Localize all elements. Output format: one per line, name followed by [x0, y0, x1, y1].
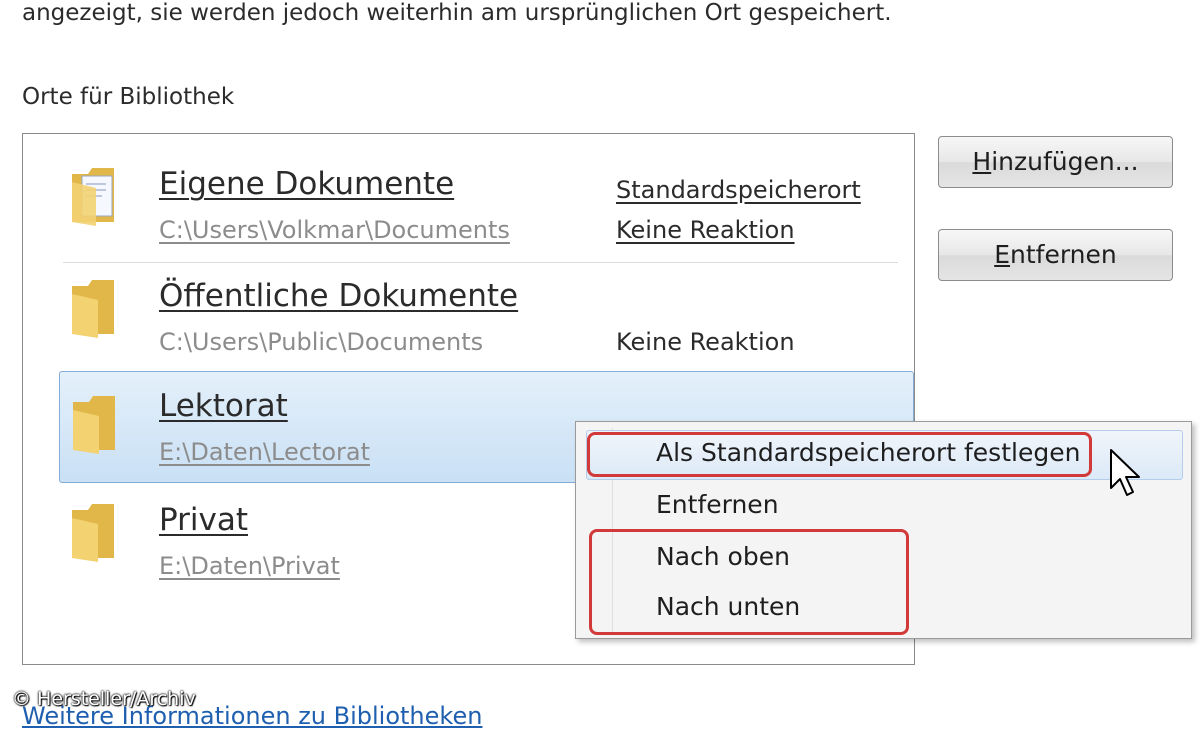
location-name[interactable]: Öffentliche Dokumente [159, 278, 518, 314]
location-path[interactable]: C:\Users\Volkmar\Documents [159, 216, 510, 244]
highlight-set-default [587, 432, 1092, 477]
location-status[interactable]: Keine Reaktion [616, 216, 795, 244]
location-status: Keine Reaktion [616, 328, 795, 356]
list-item[interactable]: Öffentliche Dokumente C:\Users\Public\Do… [23, 246, 913, 358]
location-name[interactable]: Eigene Dokumente [159, 166, 454, 202]
folder-icon [72, 280, 114, 338]
folder-icon [72, 504, 114, 562]
add-button[interactable]: Hinzufügen... [938, 136, 1173, 188]
location-path: C:\Users\Public\Documents [159, 328, 484, 356]
mouse-cursor-icon [1110, 449, 1140, 496]
list-item[interactable]: Eigene Dokumente C:\Users\Volkmar\Docume… [23, 134, 913, 263]
highlight-move-items [589, 529, 909, 635]
section-label: Orte für Bibliothek [22, 84, 235, 110]
location-path[interactable]: E:\Daten\Lectorat [159, 438, 370, 466]
default-location-label[interactable]: Standardspeicherort [616, 176, 861, 204]
copyright-watermark: © Hersteller/Archiv [12, 688, 196, 710]
documents-folder-icon [72, 168, 114, 226]
location-name[interactable]: Lektorat [159, 388, 288, 424]
folder-icon [73, 396, 115, 454]
menu-item-remove[interactable]: Entfernen [656, 490, 779, 519]
location-name[interactable]: Privat [159, 502, 248, 538]
intro-text: angezeigt, sie werden jedoch weiterhin a… [22, 0, 892, 26]
location-path[interactable]: E:\Daten\Privat [159, 552, 340, 580]
remove-button[interactable]: Entfernen [938, 229, 1173, 281]
